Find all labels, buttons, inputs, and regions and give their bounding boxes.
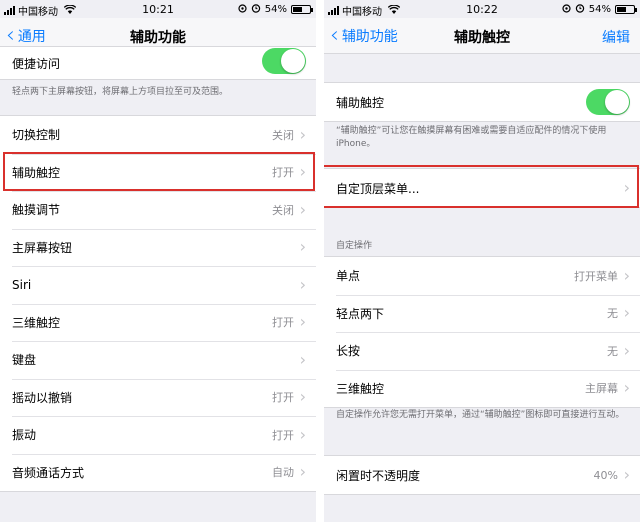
back-label: 辅助功能 [341,29,398,45]
row-value: 40% [593,468,618,482]
row-value: 打开 [272,428,294,442]
chevron-right-icon: › [299,387,306,407]
row-value: 自动 [272,466,294,480]
chevron-right-icon: › [623,465,630,485]
chevron-right-icon: › [299,274,306,294]
row-label: 键盘 [12,353,37,368]
row-label: 长按 [336,344,361,359]
back-button[interactable]: ‹ 通用 [6,23,46,48]
assistive-touch-toggle[interactable] [586,89,630,115]
reachability-row: 便捷访问 [0,47,316,79]
location-icon [562,3,571,16]
list-item[interactable]: 摇动以撤销 打开 › [0,378,316,417]
list-item[interactable]: 触摸调节 关闭 › [0,191,316,229]
row-value: 打开菜单 [574,269,618,283]
row-label: 音频通话方式 [12,465,85,480]
assistive-touch-row: 辅助触控 [324,83,640,121]
settings-list: 切换控制 关闭 › 辅助触控 打开 › 触摸调节 关闭 › 主屏幕按钮 › Siri › 三维触控 打开 › 键… [0,115,316,492]
chevron-right-icon: › [299,462,306,482]
battery-icon [291,5,313,14]
chevron-right-icon: › [299,312,306,332]
row-label: 辅助触控 [12,165,61,180]
chevron-right-icon: › [623,340,630,360]
toggle-knob [605,90,629,114]
chevron-right-icon: › [299,124,306,144]
chevron-right-icon: › [623,378,630,398]
list-item[interactable]: 振动 打开 › [0,416,316,454]
chevron-right-icon: › [299,162,306,182]
toggle-knob [281,49,305,73]
navigation-bar: ‹ 辅助功能 辅助触控 编辑 [324,18,640,54]
chevron-right-icon: › [299,199,306,219]
custom-actions-list: 单点 打开菜单 › 轻点两下无 › 长按无 › 三维触控 主屏幕 › [324,256,640,408]
row-value: 无 [607,307,618,321]
row-label: 主屏幕按钮 [12,240,73,255]
alarm-icon [251,3,261,16]
alarm-icon [575,3,585,16]
battery-percent: 54% [264,4,287,15]
location-icon [238,3,247,16]
list-item[interactable]: Siri › [0,266,316,304]
back-label: 通用 [17,29,46,45]
row-label: 振动 [12,428,37,443]
row-value: 打开 [272,391,294,405]
idle-opacity-group: 闲置时不透明度 40% › [324,455,640,495]
list-item[interactable]: 主屏幕按钮 › [0,228,316,267]
back-button[interactable]: ‹ 辅助功能 [330,23,398,48]
chevron-right-icon: › [299,349,306,369]
row-label: 三维触控 [12,315,61,330]
status-bar: 中国移动 10:22 54% [324,0,640,18]
left-screen: 中国移动 10:21 54% ‹ 通用 辅助功能 便捷访问 轻点两下主屏幕按钮，… [0,0,316,522]
row-label: 闲置时不透明度 [336,468,421,483]
chevron-left-icon: ‹ [6,23,15,48]
custom-menu-group: 自定顶层菜单... › [324,168,640,208]
chevron-left-icon: ‹ [330,23,339,48]
row-label: 单点 [336,269,361,284]
chevron-right-icon: › [623,178,630,198]
row-label: Siri [12,277,32,292]
reachability-group: 便捷访问 [0,46,316,80]
right-screen: 中国移动 10:22 54% ‹ 辅助功能 辅助触控 编辑 辅助触控 “辅助触控… [324,0,640,522]
page-title: 辅助功能 [130,30,186,46]
row-label: 切换控制 [12,128,61,143]
list-item[interactable]: 长按 无 › [324,332,640,370]
row-value: 无 [607,344,618,358]
list-item[interactable]: 音频通话方式 自动 › [0,453,316,492]
row-label: 自定顶层菜单... [336,181,420,196]
list-item[interactable]: 单点 打开菜单 › [324,257,640,295]
list-item[interactable]: 辅助触控 打开 › [0,153,316,192]
reachability-toggle[interactable] [262,48,306,74]
row-value: 打开 [272,316,294,330]
edit-button[interactable]: 编辑 [602,27,630,47]
list-item[interactable]: 三维触控 打开 › [0,303,316,342]
list-item[interactable]: 三维触控 主屏幕 › [324,369,640,408]
list-item[interactable]: 键盘 › [0,341,316,379]
battery-percent: 54% [588,4,611,15]
list-item[interactable]: 轻点两下 无 › [324,294,640,333]
assistive-touch-footnote: “辅助触控”可让您在触摸屏幕有困难或需要自适应配件的情况下使用 iPhone。 [336,126,607,149]
custom-actions-header: 自定操作 [336,241,373,251]
customize-top-menu-row[interactable]: 自定顶层菜单... › [324,169,640,207]
reachability-footnote: 轻点两下主屏幕按钮，将屏幕上方项目拉至可及范围。 [12,87,229,97]
row-value: 关闭 [272,128,294,142]
row-value: 打开 [272,166,294,180]
chevron-right-icon: › [623,303,630,323]
row-label: 三维触控 [336,381,385,396]
row-label: 摇动以撤销 [12,390,73,405]
idle-opacity-row[interactable]: 闲置时不透明度 40% › [324,456,640,494]
chevron-right-icon: › [299,237,306,257]
battery-icon [615,5,637,14]
row-label: 轻点两下 [336,306,385,321]
custom-actions-footnote: 自定操作允许您无需打开菜单，通过“辅助触控”图标即可直接进行互动。 [336,410,625,420]
status-bar: 中国移动 10:21 54% [0,0,316,18]
row-value: 主屏幕 [585,382,618,396]
row-value: 关闭 [272,203,294,217]
chevron-right-icon: › [623,265,630,285]
chevron-right-icon: › [299,424,306,444]
row-label: 触摸调节 [12,203,61,218]
list-item[interactable]: 切换控制 关闭 › [0,116,316,154]
assistive-touch-group: 辅助触控 [324,82,640,122]
